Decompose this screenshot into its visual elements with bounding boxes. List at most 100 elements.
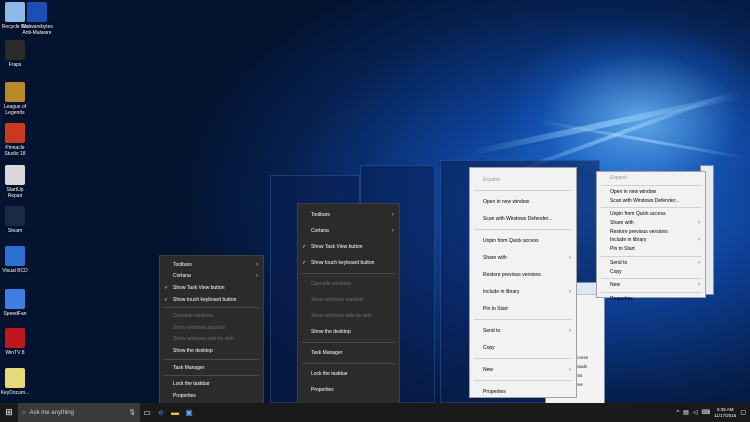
taskbar-app-store[interactable]: ▣ bbox=[182, 403, 196, 422]
menu-item-open-in-new-window[interactable]: Open in new window bbox=[597, 188, 705, 197]
menu-item-label: Lock the taskbar bbox=[311, 371, 348, 377]
menu-separator bbox=[601, 255, 701, 257]
menu-item-label: Cascade windows bbox=[311, 281, 352, 287]
menu-item-new[interactable]: New › bbox=[597, 281, 705, 290]
menu-item-scan-with-windows-defender[interactable]: Scan with Windows Defender... bbox=[470, 210, 576, 227]
chevron-right-icon: › bbox=[392, 212, 394, 218]
keyboard-icon[interactable]: ⌨ bbox=[701, 409, 710, 416]
menu-item-properties[interactable]: Properties bbox=[298, 382, 399, 398]
menu-item-label: Toolbars bbox=[311, 212, 330, 218]
chevron-right-icon: › bbox=[569, 288, 571, 295]
folder-context-menu: Expand Open in new window Scan with Window… bbox=[596, 171, 706, 302]
network-icon[interactable]: ▤ bbox=[683, 409, 689, 416]
menu-item-label: Cascade windows bbox=[173, 313, 214, 320]
menu-item-label: Expand bbox=[483, 176, 500, 183]
menu-item-pin-to-start[interactable]: Pin to Start bbox=[470, 300, 576, 317]
desktop-icon[interactable]: Malwarebytes Anti-Malware bbox=[22, 2, 53, 36]
menu-item-show-windows-side-by-side: Show windows side by side bbox=[298, 308, 399, 324]
cortana-search-box[interactable]: ○ Ask me anything 🎙 bbox=[18, 403, 140, 422]
menu-separator bbox=[474, 358, 572, 359]
menu-item-cortana[interactable]: Cortana › bbox=[298, 223, 399, 239]
clock[interactable]: 6:35 AM 11/17/2015 bbox=[714, 407, 736, 419]
menu-item-share-with[interactable]: Share with › bbox=[597, 219, 705, 228]
edge-icon: e bbox=[158, 408, 164, 417]
malwarebytes-icon bbox=[27, 2, 47, 22]
menu-item-show-task-view-button[interactable]: ✓ Show Task View button bbox=[298, 239, 399, 255]
menu-item-share-with[interactable]: Share with › bbox=[470, 249, 576, 266]
desktop-icon[interactable]: StartUp Repair bbox=[0, 165, 30, 199]
menu-item-restore-previous-versions[interactable]: Restore previous versions bbox=[597, 227, 705, 236]
menu-item-properties[interactable]: Properties bbox=[470, 383, 576, 400]
menu-item-label: Expand bbox=[610, 175, 627, 182]
menu-item-task-manager[interactable]: Task Manager bbox=[298, 345, 399, 361]
menu-item-toolbars[interactable]: Toolbars › bbox=[160, 259, 263, 271]
notifications-icon[interactable]: ▢ bbox=[740, 409, 746, 416]
desktop-icon-label: KeyDocum... bbox=[0, 390, 30, 396]
menu-item-show-task-view-button[interactable]: ✓ Show Task View button bbox=[160, 282, 263, 294]
chevron-right-icon: › bbox=[392, 228, 394, 234]
taskbar-app-edge[interactable]: e bbox=[154, 403, 168, 422]
menu-item-label: Properties bbox=[483, 388, 506, 395]
menu-item-label: Send to bbox=[483, 327, 501, 334]
menu-item-show-touch-keyboard-button[interactable]: ✓ Show touch keyboard button bbox=[160, 294, 263, 306]
menu-item-copy[interactable]: Copy bbox=[597, 267, 705, 276]
menu-item-restore-previous-versions[interactable]: Restore previous versions bbox=[470, 266, 576, 283]
desktop-icon[interactable]: Fraps bbox=[0, 40, 30, 68]
menu-item-new[interactable]: New › bbox=[470, 361, 576, 378]
menu-item-label: Lock the taskbar bbox=[173, 381, 210, 388]
microphone-icon[interactable]: 🎙 bbox=[128, 409, 136, 416]
start-button[interactable]: ⊞ bbox=[0, 403, 18, 422]
menu-item-lock-the-taskbar[interactable]: Lock the taskbar bbox=[160, 378, 263, 390]
menu-item-show-touch-keyboard-button[interactable]: ✓ Show touch keyboard button bbox=[298, 255, 399, 271]
desktop-icon[interactable]: KeyDocum... bbox=[0, 368, 30, 396]
task-view-button[interactable]: ▭ bbox=[140, 403, 154, 422]
menu-item-label: Show windows side by side bbox=[311, 313, 372, 319]
desktop-icon[interactable]: Steam bbox=[0, 206, 30, 234]
chevron-right-icon: › bbox=[698, 220, 700, 227]
menu-item-pin-to-start[interactable]: Pin to Start bbox=[597, 245, 705, 254]
chevron-right-icon: › bbox=[698, 282, 700, 289]
menu-item-properties[interactable]: Properties bbox=[597, 295, 705, 304]
menu-item-label: Copy bbox=[483, 344, 495, 351]
desktop-icon[interactable]: WinTV 8 bbox=[0, 328, 30, 356]
menu-item-properties[interactable]: Properties bbox=[160, 390, 263, 402]
desktop-icon-label: Visual BCD bbox=[2, 268, 28, 274]
task-view-icon: ▭ bbox=[143, 408, 151, 417]
menu-item-label: Pin to Start bbox=[610, 246, 635, 253]
menu-item-expand: Expand bbox=[597, 174, 705, 183]
menu-item-send-to[interactable]: Send to › bbox=[470, 322, 576, 339]
menu-item-cascade-windows: Cascade windows bbox=[298, 276, 399, 292]
visual-bcd-icon bbox=[5, 246, 25, 266]
menu-item-cortana[interactable]: Cortana › bbox=[160, 271, 263, 283]
chevron-up-icon[interactable]: ^ bbox=[676, 410, 679, 416]
menu-item-scan-with-windows-defender[interactable]: Scan with Windows Defender... bbox=[597, 196, 705, 205]
menu-item-include-in-library[interactable]: Include in library › bbox=[597, 236, 705, 245]
menu-item-label: Show windows stacked bbox=[173, 324, 225, 331]
desktop-icon[interactable]: SpeedFan bbox=[0, 289, 30, 317]
league-of-legends-icon bbox=[5, 82, 25, 102]
menu-item-show-the-desktop[interactable]: Show the desktop bbox=[160, 345, 263, 357]
volume-icon[interactable]: ◁ bbox=[693, 409, 698, 416]
desktop-icon[interactable]: League of Legends bbox=[0, 82, 30, 116]
menu-item-lock-the-taskbar[interactable]: Lock the taskbar bbox=[298, 366, 399, 382]
menu-item-open-in-new-window[interactable]: Open in new window bbox=[470, 193, 576, 210]
menu-item-copy[interactable]: Copy bbox=[470, 339, 576, 356]
menu-item-send-to[interactable]: Send to › bbox=[597, 259, 705, 268]
menu-item-label: Show Task View button bbox=[173, 284, 225, 291]
menu-item-task-manager[interactable]: Task Manager bbox=[160, 362, 263, 374]
desktop-icon[interactable]: Pinnacle Studio 18 bbox=[0, 123, 30, 157]
chevron-right-icon: › bbox=[256, 261, 258, 268]
menu-item-unpin-from-quick-access[interactable]: Unpin from Quick access bbox=[597, 210, 705, 219]
steam-icon bbox=[5, 206, 25, 226]
menu-item-label: Properties bbox=[610, 295, 633, 302]
menu-item-include-in-library[interactable]: Include in library › bbox=[470, 283, 576, 300]
menu-separator bbox=[601, 184, 701, 186]
desktop-icon[interactable]: Visual BCD bbox=[0, 246, 30, 274]
menu-item-unpin-from-quick-access[interactable]: Unpin from Quick access bbox=[470, 232, 576, 249]
menu-item-show-the-desktop[interactable]: Show the desktop bbox=[298, 324, 399, 340]
taskbar-app-explorer[interactable]: ▬ bbox=[168, 403, 182, 422]
menu-item-toolbars[interactable]: Toolbars › bbox=[298, 207, 399, 223]
menu-separator bbox=[302, 363, 395, 364]
desktop-icon-label: Malwarebytes Anti-Malware bbox=[22, 24, 53, 36]
menu-item-show-windows-side-by-side: Show windows side by side bbox=[160, 334, 263, 346]
